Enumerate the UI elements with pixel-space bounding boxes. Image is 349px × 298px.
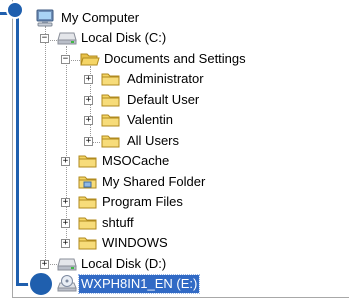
folder-icon — [78, 235, 98, 253]
callout-marker — [28, 271, 54, 297]
collapse-toggle[interactable]: − — [40, 34, 49, 43]
tree-item-administrator[interactable]: + Administrator — [81, 69, 206, 89]
tree-item-valentin[interactable]: + Valentin — [81, 110, 175, 130]
tree-item-label: Program Files — [102, 194, 183, 209]
tree-item-my-computer[interactable]: My Computer — [35, 8, 141, 28]
tree-guide-line — [45, 26, 46, 264]
drive-icon — [57, 256, 77, 274]
tree-item-label: WINDOWS — [102, 235, 168, 250]
expand-toggle[interactable]: + — [84, 116, 93, 125]
callout-marker — [6, 1, 24, 19]
tree-item-default-user[interactable]: + Default User — [81, 90, 201, 110]
tree-item-local-disk-d[interactable]: + Local Disk (D:) — [37, 254, 168, 274]
tree-item-label: Valentin — [127, 112, 174, 127]
expand-toggle[interactable]: + — [61, 239, 70, 248]
folder-icon — [101, 92, 121, 110]
folder-open-icon — [80, 51, 100, 69]
tree-item-windows[interactable]: + WINDOWS — [58, 233, 170, 253]
expand-toggle[interactable]: + — [40, 260, 49, 269]
tree-item-label: MSOCache — [102, 153, 170, 168]
tree-item-cd-drive-e[interactable]: WXPH8IN1_EN (E:) — [51, 274, 201, 294]
tree-item-label: Local Disk (C:) — [81, 30, 167, 45]
tree-item-label: Administrator — [127, 71, 204, 86]
folder-icon — [101, 133, 121, 151]
expand-toggle[interactable]: + — [61, 198, 70, 207]
tree-item-label: My Shared Folder — [102, 174, 206, 189]
tree-item-label: Local Disk (D:) — [81, 256, 167, 271]
tree-item-my-shared-folder[interactable]: My Shared Folder — [58, 172, 207, 192]
folder-icon — [78, 153, 98, 171]
expand-toggle[interactable]: + — [84, 137, 93, 146]
expand-toggle[interactable]: + — [84, 75, 93, 84]
expand-toggle[interactable]: + — [61, 219, 70, 228]
folder-icon — [101, 112, 121, 130]
tree-item-shtuff[interactable]: + shtuff — [58, 213, 136, 233]
callout-line — [16, 12, 19, 286]
shared-folder-icon — [78, 174, 98, 192]
tree-item-label: shtuff — [102, 215, 134, 230]
tree-item-local-disk-c[interactable]: − Local Disk (C:) — [37, 28, 168, 48]
tree-item-all-users[interactable]: + All Users — [81, 131, 181, 151]
folder-icon — [78, 194, 98, 212]
collapse-toggle[interactable]: − — [61, 55, 70, 64]
folder-tree-panel[interactable]: My Computer − Local Disk (C:) − Document… — [12, 0, 349, 298]
folder-icon — [78, 215, 98, 233]
tree-item-label: Default User — [127, 92, 200, 107]
drive-icon — [57, 30, 77, 48]
tree-item-label: My Computer — [61, 10, 140, 25]
expand-toggle[interactable]: + — [61, 157, 70, 166]
tree-item-label: WXPH8IN1_EN (E:) — [77, 274, 201, 294]
folder-icon — [101, 71, 121, 89]
tree-item-program-files[interactable]: + Program Files — [58, 192, 185, 212]
tree-item-label: Documents and Settings — [104, 51, 246, 66]
expand-toggle[interactable]: + — [84, 96, 93, 105]
cd-drive-icon — [57, 275, 77, 293]
tree-item-documents-and-settings[interactable]: − Documents and Settings — [58, 49, 248, 69]
tree-item-label: All Users — [127, 133, 180, 148]
tree-item-msocache[interactable]: + MSOCache — [58, 151, 171, 171]
computer-icon — [35, 9, 55, 27]
